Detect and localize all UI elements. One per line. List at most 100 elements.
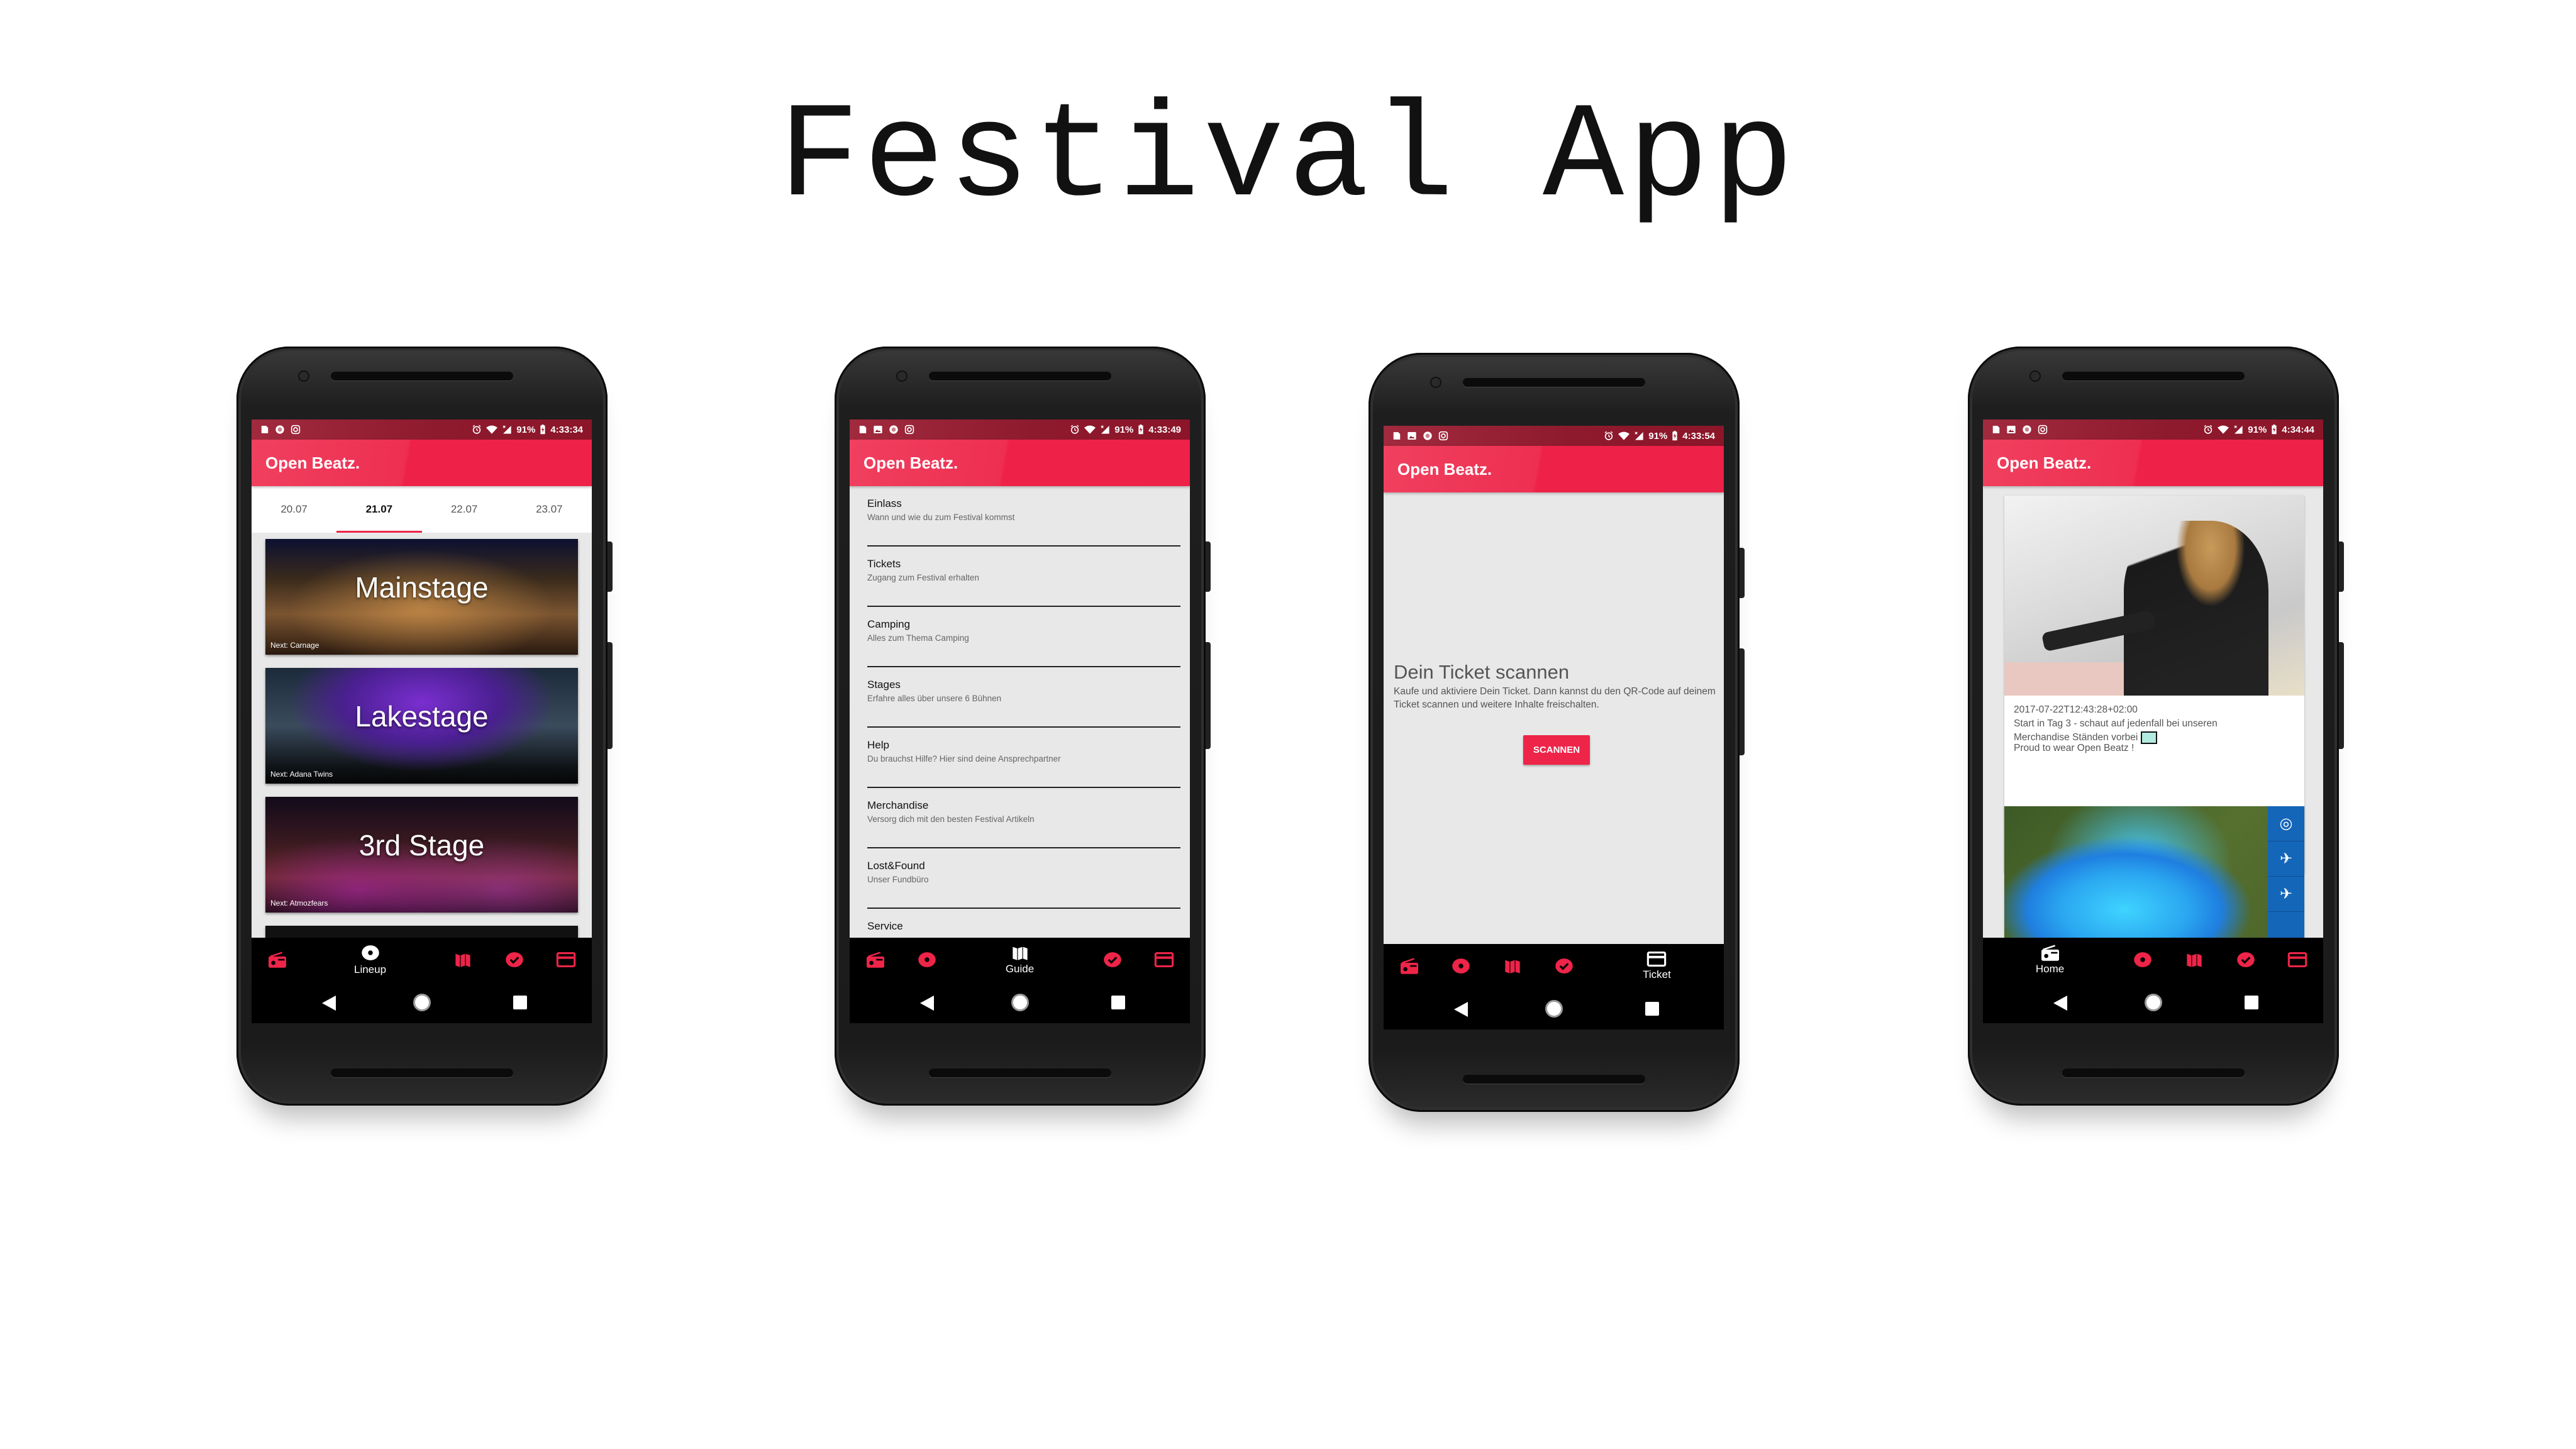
- instagram-icon: [1438, 431, 1448, 441]
- guide-item[interactable]: Merchandise Versorg dich mit den besten …: [867, 788, 1180, 848]
- guide-item-subtitle: Wann und wie du zum Festival kommst: [867, 513, 1015, 522]
- nav-item[interactable]: [1435, 944, 1487, 988]
- nav-item[interactable]: [901, 938, 953, 982]
- guide-item[interactable]: Camping Alles zum Thema Camping: [867, 607, 1180, 667]
- nav-label: Guide: [1005, 963, 1035, 975]
- radar-icon[interactable]: ◎: [2268, 806, 2304, 841]
- battery-icon: [2271, 425, 2277, 435]
- back-icon[interactable]: [1454, 1002, 1468, 1017]
- nav-item[interactable]: [1087, 938, 1138, 982]
- tab-date[interactable]: 22.07: [422, 486, 507, 533]
- file-icon: [858, 425, 867, 435]
- system-navigation: [1384, 988, 1724, 1030]
- lineup-content: 20.07 21.07 22.07 23.07 Mainstage Next: Car…: [252, 486, 592, 938]
- guide-item[interactable]: Help Du brauchst Hilfe? Hier sind deine …: [867, 728, 1180, 788]
- home-icon[interactable]: [413, 994, 431, 1011]
- back-icon[interactable]: [322, 996, 336, 1011]
- recents-icon[interactable]: [1645, 1002, 1659, 1016]
- guide-item-title: Service: [867, 920, 903, 932]
- radio-icon: [267, 951, 287, 969]
- battery-icon: [1138, 425, 1144, 435]
- nav-item[interactable]: Guide: [953, 938, 1087, 982]
- home-icon[interactable]: [1011, 994, 1029, 1011]
- clock: 4:33:49: [1148, 424, 1181, 435]
- volume-button: [608, 642, 613, 749]
- guide-item-subtitle: Zugang zum Festival erhalten: [867, 573, 979, 582]
- recents-icon[interactable]: [1111, 996, 1125, 1009]
- stage-card[interactable]: Mainstage Next: Carnage: [265, 539, 578, 655]
- tab-date[interactable]: 21.07: [336, 486, 422, 533]
- front-camera: [897, 372, 906, 380]
- stage-next-artist: Next: Adana Twins: [270, 770, 333, 779]
- guide-item-subtitle: Erfahre alles über unsere 6 Bühnen: [867, 694, 1002, 703]
- map-icon: [2185, 951, 2203, 969]
- map-icon: [1504, 957, 1521, 975]
- nav-item[interactable]: [252, 938, 303, 982]
- app-bar: Open Beatz.: [252, 440, 592, 486]
- home-icon[interactable]: [2145, 994, 2162, 1011]
- stage-card[interactable]: [265, 926, 578, 938]
- guide-item[interactable]: Stages Erfahre alles über unsere 6 Bühne…: [867, 667, 1180, 728]
- guide-item[interactable]: Service: [867, 909, 1180, 938]
- nav-item[interactable]: Home: [1983, 938, 2117, 982]
- stage-card[interactable]: Lakestage Next: Adana Twins: [265, 668, 578, 784]
- home-icon[interactable]: [1545, 1000, 1563, 1018]
- nav-item[interactable]: [1487, 944, 1538, 988]
- scan-button[interactable]: SCANNEN: [1523, 735, 1590, 765]
- nav-item[interactable]: [2272, 938, 2323, 982]
- card-icon: [2287, 952, 2307, 968]
- guide-item[interactable]: Tickets Zugang zum Festival erhalten: [867, 547, 1180, 607]
- app-bar: Open Beatz.: [850, 440, 1190, 486]
- nav-item[interactable]: [2220, 938, 2272, 982]
- nav-item[interactable]: [1384, 944, 1435, 988]
- guide-item-subtitle: Versorg dich mit den besten Festival Art…: [867, 814, 1035, 824]
- tab-date[interactable]: 20.07: [252, 486, 336, 533]
- wifi-icon: [1084, 425, 1096, 435]
- nav-item[interactable]: Lineup: [303, 938, 437, 982]
- nav-item[interactable]: [437, 938, 489, 982]
- nav-item[interactable]: [540, 938, 592, 982]
- signal-icon: [502, 425, 512, 435]
- map-icon: [454, 951, 472, 969]
- guide-item-title: Stages: [867, 679, 901, 691]
- nav-item[interactable]: [1138, 938, 1190, 982]
- guide-item[interactable]: Lost&Found Unser Fundbüro: [867, 848, 1180, 909]
- stage-next-artist: Next: Atmozfears: [270, 899, 328, 908]
- radio-icon: [2040, 944, 2060, 962]
- nav-item[interactable]: [1538, 944, 1590, 988]
- nav-item[interactable]: [489, 938, 540, 982]
- disc-icon: [918, 950, 936, 969]
- power-button: [608, 541, 613, 592]
- satellite-icon[interactable]: ✈: [2268, 841, 2304, 877]
- satellite-sun-icon[interactable]: ✈: [2268, 877, 2304, 912]
- battery-percent: 91%: [2248, 424, 2267, 435]
- earpiece-speaker: [331, 372, 513, 380]
- nav-item[interactable]: [850, 938, 901, 982]
- check-circle-icon: [1555, 957, 1574, 975]
- recents-icon[interactable]: [513, 996, 527, 1009]
- tab-date[interactable]: 23.07: [507, 486, 592, 533]
- bottom-speaker: [1463, 1075, 1645, 1084]
- back-icon[interactable]: [2053, 996, 2067, 1011]
- clock: 4:33:34: [550, 424, 583, 435]
- alarm-icon: [1070, 425, 1080, 435]
- stage-next-artist: Next: Carnage: [270, 641, 319, 650]
- news-date: 2017-07-22T12:43:28+02:00: [2014, 704, 2138, 715]
- status-bar: 91% 4:34:44: [1983, 419, 2323, 440]
- radio-icon: [1399, 957, 1419, 975]
- phone-home: 91% 4:34:44 Open Beatz. 2017-07-22T12:43…: [1968, 347, 2344, 1106]
- battery-icon: [540, 425, 546, 435]
- instagram-icon: [2038, 425, 2048, 435]
- back-icon[interactable]: [920, 996, 934, 1011]
- nav-item[interactable]: Ticket: [1590, 944, 1724, 988]
- nav-item[interactable]: [2117, 938, 2168, 982]
- guide-item[interactable]: Einlass Wann und wie du zum Festival kom…: [867, 486, 1180, 547]
- nav-item[interactable]: [2168, 938, 2220, 982]
- alarm-icon: [472, 425, 482, 435]
- recents-icon[interactable]: [2245, 996, 2258, 1009]
- check-circle-icon: [1103, 950, 1122, 969]
- record-icon: [2022, 425, 2032, 435]
- weather-radar-card[interactable]: ◎ ✈ ✈: [2004, 806, 2304, 938]
- stage-card[interactable]: 3rd Stage Next: Atmozfears: [265, 797, 578, 913]
- bottom-navigation: Home: [1983, 938, 2323, 982]
